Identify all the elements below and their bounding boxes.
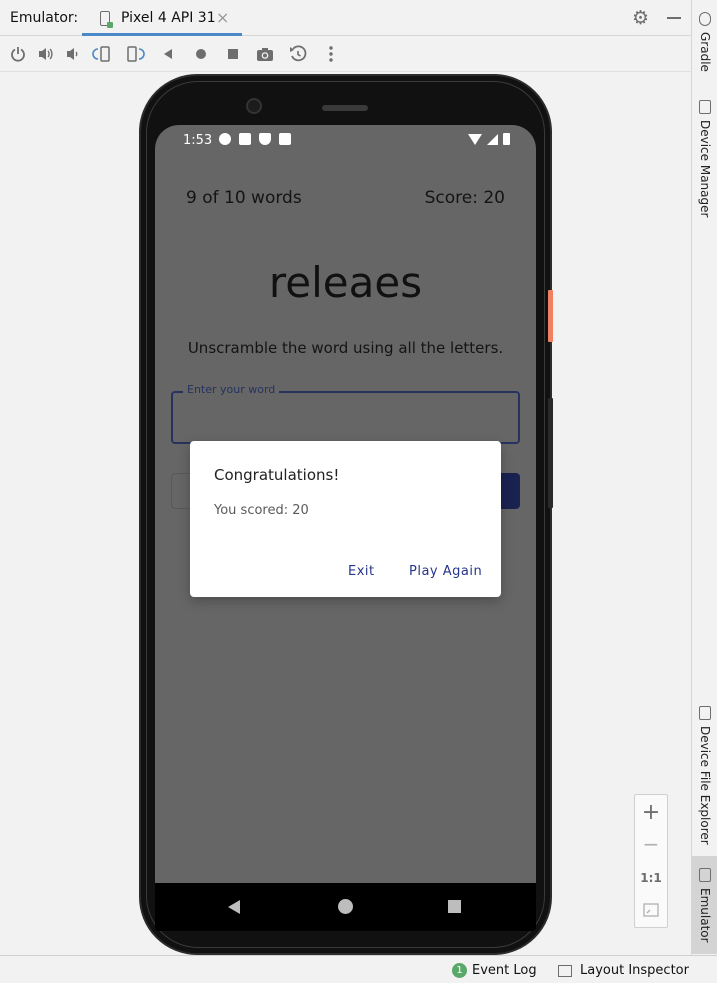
wifi-icon [468,133,482,145]
score: Score: 20 [424,188,505,208]
dialog-message: You scored: 20 [214,503,309,518]
layout-inspector-label: Layout Inspector [580,963,689,978]
power-side-button[interactable] [548,290,553,342]
gradle-tool-button[interactable]: Gradle [692,12,717,72]
shield-notification-icon [259,133,271,145]
device-file-explorer-label: Device File Explorer [698,726,712,845]
word-input-field[interactable]: Enter your word [171,383,520,444]
layout-inspector-icon [558,964,572,977]
tab-pixel-4-api-31[interactable]: Pixel 4 API 31 × [82,0,242,36]
earpiece-speaker [322,105,368,111]
snapshot-icon[interactable] [288,44,308,64]
tool-window-header: Emulator: Pixel 4 API 31 × ⚙ [0,0,691,36]
battery-icon [503,133,510,145]
gear-icon[interactable]: ⚙ [632,7,649,29]
signal-icon [487,133,498,145]
minimize-icon[interactable] [667,17,681,19]
a-notification-icon [239,133,251,145]
status-system-icons [468,133,510,145]
ide-status-bar: 1 Event Log Layout Inspector [0,955,717,983]
zoom-fit-button[interactable] [635,895,667,925]
tab-label: Pixel 4 API 31 [121,10,216,26]
nav-recents-icon[interactable] [448,900,461,913]
instructions: Unscramble the word using all the letter… [187,339,504,357]
volume-up-icon[interactable] [36,44,56,64]
home-icon[interactable] [191,44,211,64]
scrambled-word: releaes [268,258,423,307]
zoom-controls: + − 1:1 [634,794,668,928]
overview-icon[interactable] [223,44,243,64]
right-tool-stripe: Gradle Device Manager Device File Explor… [691,0,717,955]
device-manager-tool-button[interactable]: Device Manager [692,100,717,217]
device-manager-icon [699,100,711,114]
nav-home-icon[interactable] [338,899,353,914]
emulator-tool-button[interactable]: Emulator [692,868,717,943]
zoom-fit-icon [643,903,659,917]
dialog-title: Congratulations! [214,466,340,484]
zoom-actual-size-button[interactable]: 1:1 [635,863,667,893]
zoom-in-button[interactable]: + [635,797,667,827]
event-log-button[interactable]: 1 Event Log [452,963,537,978]
event-log-label: Event Log [472,963,537,978]
device-icon [100,11,113,28]
emulator-label: Emulator [698,888,712,943]
word-input-label: Enter your word [183,383,280,396]
emulator-icon [699,868,711,882]
settings-notification-icon [219,133,231,145]
close-icon[interactable]: × [216,8,229,27]
word-input[interactable] [185,409,505,426]
emulator-toolbar [0,36,691,72]
sd-card-notification-icon [279,133,291,145]
rotate-right-icon[interactable] [125,44,145,64]
event-log-count-badge: 1 [452,963,467,978]
word-count: 9 of 10 words [186,188,302,208]
device-nav-bar [155,883,536,931]
volume-down-icon[interactable] [63,44,83,64]
screenshot-icon[interactable] [255,44,275,64]
more-icon[interactable] [321,44,341,64]
device-file-explorer-tool-button[interactable]: Device File Explorer [692,706,717,845]
rotate-left-icon[interactable] [92,44,112,64]
gradle-label: Gradle [698,32,712,72]
power-icon[interactable] [8,44,28,64]
nav-back-icon[interactable] [228,900,240,914]
congratulations-dialog: Congratulations! You scored: 20 Exit Pla… [190,441,501,597]
zoom-out-button[interactable]: − [635,829,667,859]
device-file-explorer-icon [699,706,711,720]
volume-side-button[interactable] [548,398,553,508]
gradle-icon [699,12,711,26]
status-notification-icons [219,133,291,145]
tool-window-title: Emulator: [10,10,79,26]
back-icon[interactable] [158,44,178,64]
play-again-button[interactable]: Play Again [409,564,482,579]
device-manager-label: Device Manager [698,120,712,218]
exit-button[interactable]: Exit [348,564,375,579]
front-camera [246,98,262,114]
status-time: 1:53 [183,133,213,148]
layout-inspector-button[interactable]: Layout Inspector [558,963,689,978]
